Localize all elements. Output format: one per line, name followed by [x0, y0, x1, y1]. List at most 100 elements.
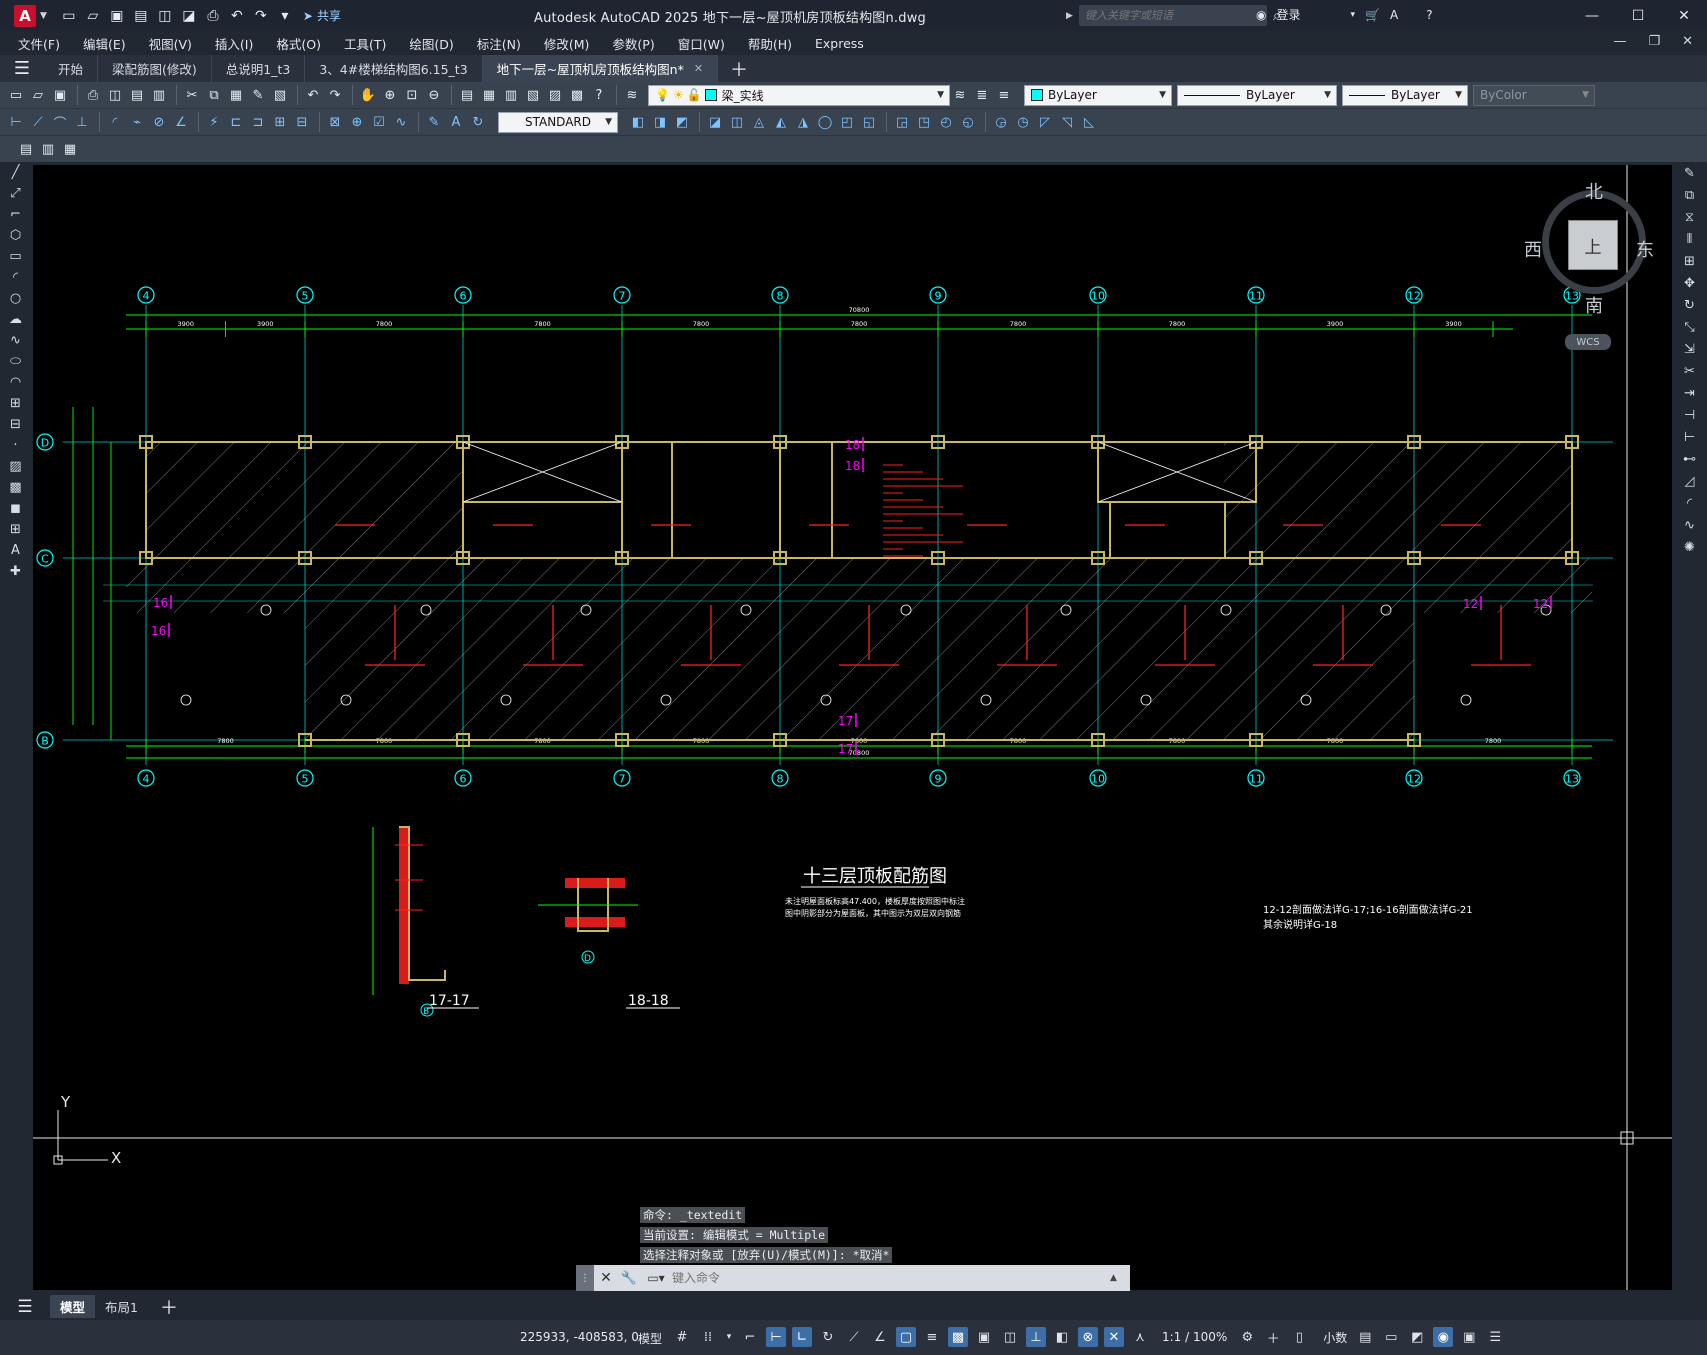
lineweight-dropdown[interactable]: ByLayer ▼	[1342, 84, 1468, 106]
revision-cloud-icon[interactable]: ☁	[0, 309, 31, 330]
search-input[interactable]	[1078, 5, 1267, 26]
search-caret-icon[interactable]: ▶	[1066, 11, 1073, 21]
maximize-icon[interactable]: ☐	[1615, 0, 1661, 31]
circle-icon[interactable]: ○	[0, 288, 31, 309]
viewcube-west[interactable]: 西	[1524, 236, 1542, 262]
publish-icon[interactable]: ▤	[127, 85, 147, 105]
fillet-edge-icon[interactable]: ◲	[892, 112, 912, 132]
sheet-set-icon[interactable]: ▧	[523, 85, 543, 105]
polyline-icon[interactable]: ⌐	[0, 204, 31, 225]
tab-start[interactable]: 开始	[44, 55, 99, 82]
close-command-line-icon[interactable]: ✕	[594, 1270, 618, 1286]
polygon-icon[interactable]: ⬡	[0, 225, 31, 246]
open-web-icon[interactable]: ◫	[155, 6, 175, 26]
line-icon[interactable]: ╱	[0, 162, 31, 183]
dynamic-ucs-icon[interactable]: ⊥	[1026, 1327, 1046, 1347]
snap-caret-icon[interactable]: ▾	[724, 1327, 734, 1347]
save-web-icon[interactable]: ◪	[179, 6, 199, 26]
linear-dim-icon[interactable]: ⊢	[6, 112, 26, 132]
units-value[interactable]: 小数	[1323, 1329, 1347, 1346]
layer-state-icon[interactable]: ≡	[994, 85, 1014, 105]
zoom-previous-icon[interactable]: ⊖	[424, 85, 444, 105]
jogged-linear-icon[interactable]: ∿	[391, 112, 411, 132]
erase-icon[interactable]: ✎	[1672, 162, 1707, 184]
selection-cycling-icon[interactable]: ▣	[974, 1327, 994, 1347]
menu-insert[interactable]: 插入(I)	[215, 34, 253, 53]
menu-file[interactable]: 文件(F)	[18, 34, 60, 53]
color-dropdown[interactable]: ByLayer ▼	[1024, 84, 1172, 106]
dim-break-icon[interactable]: ⊟	[292, 112, 312, 132]
coordinate-readout[interactable]: 225933, -408583, 0	[520, 1330, 639, 1344]
dim-text-edit-icon[interactable]: A	[446, 112, 466, 132]
wcs-menu-button[interactable]: WCS	[1565, 334, 1611, 350]
menu-tools[interactable]: 工具(T)	[344, 34, 386, 53]
scale-icon[interactable]: ⤡	[1672, 316, 1707, 338]
zoom-realtime-icon[interactable]: ⊕	[380, 85, 400, 105]
tab-layout1[interactable]: 布局1	[95, 1295, 148, 1318]
make-current-layer-icon[interactable]: ≋	[950, 85, 970, 105]
break-at-point-icon[interactable]: ⊣	[1672, 404, 1707, 426]
menu-modify[interactable]: 修改(M)	[544, 34, 590, 53]
cart-icon[interactable]: 🛒	[1365, 8, 1380, 22]
fillet-icon[interactable]: ◜	[1672, 492, 1707, 514]
doc-minimize-icon[interactable]: —	[1613, 34, 1626, 49]
hatch-icon[interactable]: ▨	[0, 456, 31, 477]
tolerance-icon[interactable]: ⊠	[325, 112, 345, 132]
doc-restore-icon[interactable]: ❐	[1648, 34, 1660, 49]
isodraft-icon[interactable]: ⟋	[844, 1327, 864, 1347]
infer-constraints-icon[interactable]: ⌐	[740, 1327, 760, 1347]
customize-wrench-icon[interactable]: 🔧	[618, 1271, 640, 1286]
calculator-icon[interactable]: ▩	[567, 85, 587, 105]
file-tabs-menu-icon[interactable]: ☰	[0, 55, 44, 82]
diameter-dim-icon[interactable]: ⊘	[149, 112, 169, 132]
tab-stair-structure[interactable]: 3、4#楼梯结构图6.15_t3	[305, 55, 483, 82]
viewcube-north[interactable]: 北	[1585, 178, 1603, 204]
lock-icon[interactable]: 🔓	[687, 88, 702, 102]
extrude-icon[interactable]: ◪	[705, 112, 725, 132]
workspace-gear-icon[interactable]: ⚙	[1237, 1327, 1257, 1347]
customize-caret-icon[interactable]: ▾	[275, 6, 295, 26]
annotation-scale[interactable]: 1:1 / 100%	[1162, 1330, 1227, 1344]
undo-icon[interactable]: ↶	[227, 6, 247, 26]
menu-edit[interactable]: 编辑(E)	[83, 34, 126, 53]
linetype-dropdown[interactable]: ByLayer ▼	[1177, 84, 1337, 106]
3d-osnap-icon[interactable]: ◫	[1000, 1327, 1020, 1347]
customization-icon[interactable]: ☰	[1485, 1327, 1505, 1347]
pan-icon[interactable]: ✋	[358, 85, 378, 105]
viewcube-top-face[interactable]: 上	[1568, 220, 1618, 270]
properties-icon[interactable]: ▤	[457, 85, 477, 105]
plot-preview-icon[interactable]: ◫	[105, 85, 125, 105]
break-icon[interactable]: ⊢	[1672, 426, 1707, 448]
help-icon[interactable]: ?	[589, 85, 609, 105]
menu-dimension[interactable]: 标注(N)	[477, 34, 521, 53]
move-icon[interactable]: ✥	[1672, 272, 1707, 294]
tab-beam-rebar[interactable]: 梁配筋图(修改)	[98, 55, 212, 82]
box-icon[interactable]: ◧	[628, 112, 648, 132]
menu-help[interactable]: 帮助(H)	[748, 34, 792, 53]
gradient-icon[interactable]: ▩	[0, 477, 31, 498]
polar-tracking-icon[interactable]: ↻	[818, 1327, 838, 1347]
menu-parametric[interactable]: 参数(P)	[612, 34, 654, 53]
quick-dim-icon[interactable]: ⚡	[204, 112, 224, 132]
selection-filter-icon[interactable]: ◧	[1052, 1327, 1072, 1347]
table-icon[interactable]: ⊞	[0, 519, 31, 540]
intersect-icon[interactable]: ◱	[859, 112, 879, 132]
menu-express[interactable]: Express	[815, 36, 864, 51]
redo-icon[interactable]: ↷	[325, 85, 345, 105]
gizmo-icon[interactable]: ⊗	[1078, 1327, 1098, 1347]
dim-space-icon[interactable]: ⊞	[270, 112, 290, 132]
open-icon[interactable]: ▱	[28, 85, 48, 105]
arc-icon[interactable]: ◜	[0, 267, 31, 288]
tab-current-drawing[interactable]: 地下一层~屋顶机房顶板结构图n* ✕	[482, 55, 719, 82]
paste-icon[interactable]: ▦	[226, 85, 246, 105]
explode-icon[interactable]: ✺	[1672, 536, 1707, 558]
mtext-icon[interactable]: A	[0, 540, 31, 561]
continue-dim-icon[interactable]: ⊐	[248, 112, 268, 132]
tool-palettes-icon[interactable]: ▥	[501, 85, 521, 105]
tab-general-notes[interactable]: 总说明1_t3	[212, 55, 306, 82]
loft-icon[interactable]: ◮	[793, 112, 813, 132]
plot-icon[interactable]: ⎙	[83, 85, 103, 105]
save-icon[interactable]: ▣	[50, 85, 70, 105]
help-icon[interactable]: ?	[1426, 8, 1432, 22]
save-as-icon[interactable]: ▤	[131, 6, 151, 26]
